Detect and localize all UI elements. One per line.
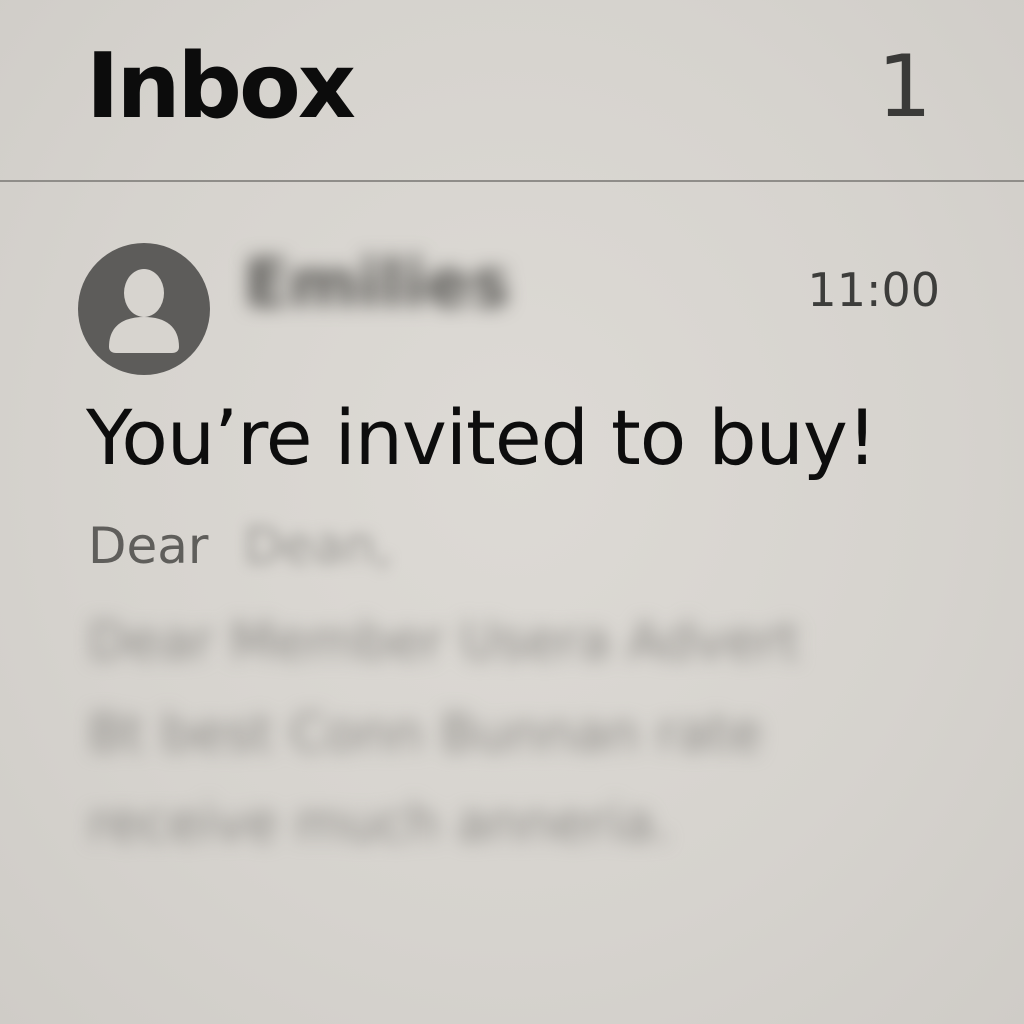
inbox-screen: Inbox 1 Emilies 11:00 You’re invited to … — [0, 0, 1024, 1024]
message-subject: You’re invited to buy! — [86, 393, 877, 482]
unread-count-badge: 1 — [877, 37, 932, 137]
page-title: Inbox — [86, 34, 356, 139]
sender-name: Emilies — [244, 245, 510, 322]
message-preview-line: Dear Member Usera Advert — [88, 612, 800, 672]
inbox-header: Inbox 1 — [0, 0, 1024, 180]
message-preview-line: Bt best Conn Bunnan rate — [88, 704, 762, 764]
greeting-text: Dear — [88, 517, 209, 575]
person-icon — [78, 243, 210, 375]
message-preview-line: receive much anneria. — [88, 794, 671, 854]
message-time: 11:00 — [807, 263, 940, 317]
greeting-recipient-name: Dean, — [244, 517, 392, 575]
message-list-item[interactable]: Emilies 11:00 You’re invited to buy! Dea… — [0, 182, 1024, 1024]
